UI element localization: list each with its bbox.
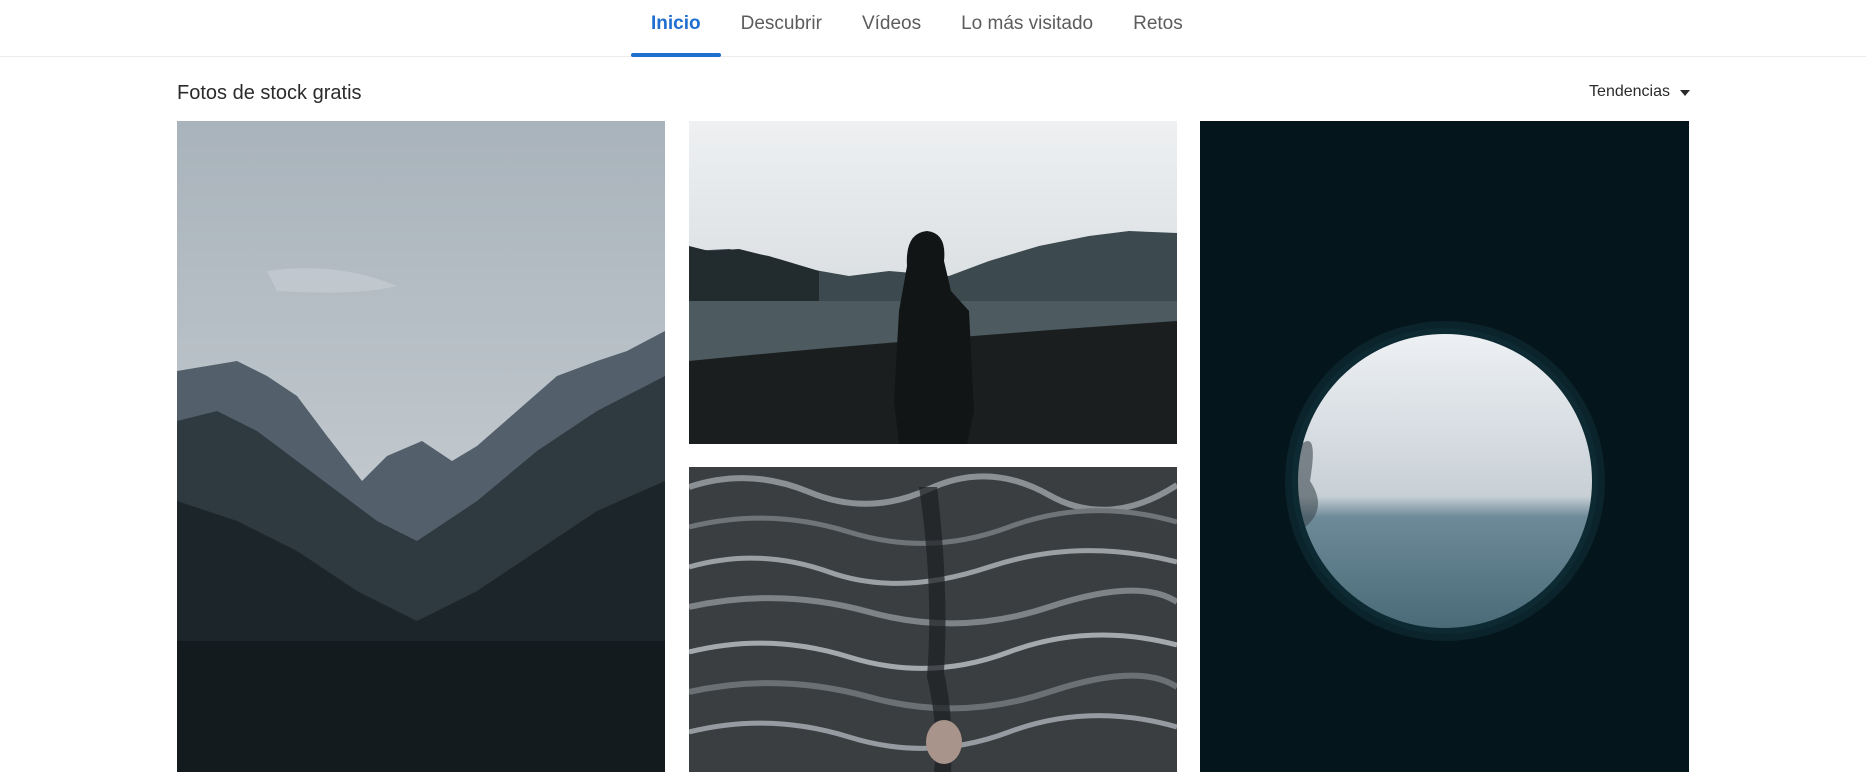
photo-mountains[interactable] xyxy=(177,121,665,772)
photo-lake-silhouette[interactable] xyxy=(689,121,1177,444)
tab-inicio[interactable]: Inicio xyxy=(631,0,721,57)
sort-dropdown[interactable]: Tendencias xyxy=(1589,83,1690,101)
lake-image xyxy=(689,121,1177,444)
top-navigation: Inicio Descubrir Vídeos Lo más visitado … xyxy=(0,0,1866,57)
tab-descubrir[interactable]: Descubrir xyxy=(721,0,842,57)
water-image xyxy=(689,467,1177,772)
nav-tabs: Inicio Descubrir Vídeos Lo más visitado … xyxy=(631,0,1203,57)
porthole-image xyxy=(1200,121,1689,772)
tab-retos[interactable]: Retos xyxy=(1113,0,1203,57)
section-title: Fotos de stock gratis xyxy=(177,82,362,104)
tab-videos[interactable]: Vídeos xyxy=(842,0,941,57)
photo-porthole[interactable] xyxy=(1200,121,1689,772)
caret-down-icon xyxy=(1680,90,1690,96)
tab-lo-mas-visitado[interactable]: Lo más visitado xyxy=(941,0,1113,57)
mountain-image xyxy=(177,121,665,772)
sort-label: Tendencias xyxy=(1589,83,1670,100)
photo-water[interactable] xyxy=(689,467,1177,772)
